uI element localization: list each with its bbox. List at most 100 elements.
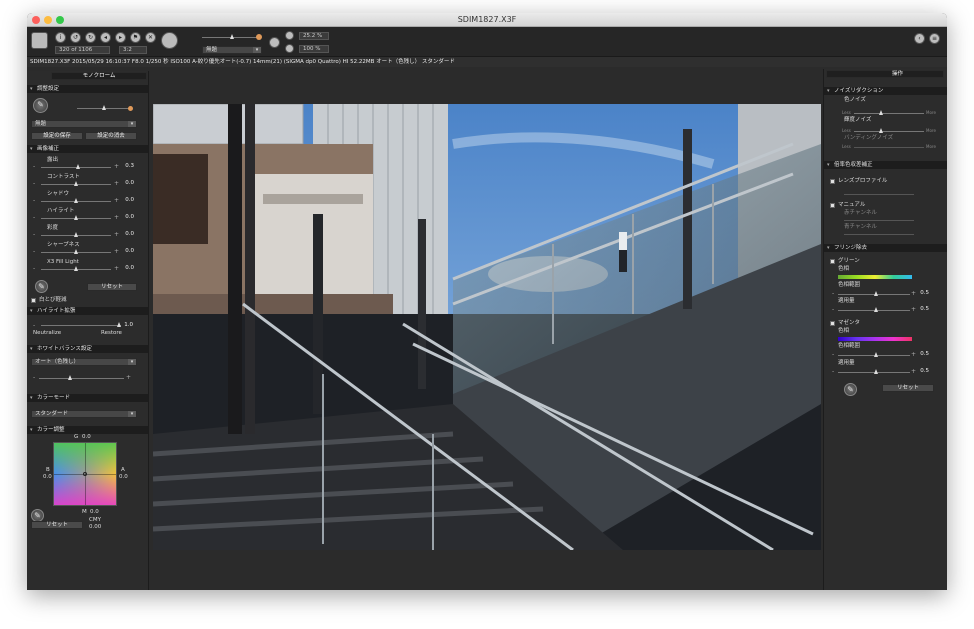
plus-icon[interactable]: + (114, 265, 119, 272)
green-hue-bar[interactable] (838, 275, 912, 279)
minus-icon[interactable]: - (33, 214, 35, 221)
minus-icon[interactable]: - (832, 351, 834, 358)
white-balance-header[interactable]: ホワイトバランス設定 (27, 345, 148, 353)
slider-knob[interactable] (75, 164, 80, 169)
adjust-header[interactable]: 調整設定 (27, 85, 148, 93)
image-correction-header[interactable]: 画像補正 (27, 145, 148, 153)
correction-slider[interactable] (41, 198, 111, 203)
correction-slider[interactable] (41, 181, 111, 186)
photo-preview[interactable] (153, 104, 821, 550)
lock-icon[interactable] (269, 37, 280, 48)
minus-icon[interactable]: - (33, 248, 35, 255)
zoom-window-button[interactable] (56, 16, 64, 24)
menu-icon[interactable]: ≡ (929, 33, 940, 44)
white-black-checkbox[interactable] (31, 298, 36, 303)
color-picker-cursor[interactable] (83, 472, 87, 476)
slider-knob[interactable] (73, 249, 78, 254)
close-window-button[interactable] (32, 16, 40, 24)
reset-color-button[interactable]: リセット (31, 521, 83, 529)
size-field[interactable]: 320 of 1106 (55, 46, 110, 54)
minus-icon[interactable]: - (33, 180, 35, 187)
plus-icon[interactable]: + (126, 374, 131, 381)
plus-icon[interactable]: + (911, 290, 916, 297)
highlight-header[interactable]: ハイライト拡張 (27, 307, 148, 315)
next-image-icon[interactable]: ▸ (115, 32, 126, 43)
adjust-preset-dropdown[interactable]: 無題 (31, 120, 137, 128)
prev-window-icon[interactable]: ‹ (914, 33, 925, 44)
toolbar-slider[interactable] (202, 34, 260, 39)
zoom-in-icon[interactable] (285, 31, 294, 40)
magenta-checkbox[interactable] (830, 321, 835, 326)
plus-icon[interactable]: + (911, 368, 916, 375)
eyedropper-icon[interactable] (161, 32, 178, 49)
banding-noise-slider[interactable] (854, 147, 924, 148)
color-picker-grid[interactable] (53, 442, 117, 506)
prev-image-icon[interactable]: ◂ (100, 32, 111, 43)
green-checkbox[interactable] (830, 259, 835, 264)
color-adjust-header[interactable]: カラー調整 (27, 426, 148, 434)
plus-icon[interactable]: + (911, 351, 916, 358)
zoom-out-icon[interactable] (285, 44, 294, 53)
blue-channel-slider[interactable] (844, 234, 914, 235)
magenta-amount-slider[interactable] (838, 369, 910, 374)
green-amount-slider[interactable] (838, 307, 910, 312)
minus-icon[interactable]: - (33, 163, 35, 170)
slider-knob[interactable] (73, 198, 78, 203)
minimize-window-button[interactable] (44, 16, 52, 24)
scale-percent-field[interactable]: 100 % (299, 45, 329, 53)
plus-icon[interactable]: + (114, 214, 119, 221)
color-noise-slider[interactable] (854, 110, 924, 115)
lens-profile-checkbox[interactable] (830, 179, 835, 184)
plus-icon[interactable]: + (114, 197, 119, 204)
minus-icon[interactable]: - (33, 265, 35, 272)
lens-correction-header[interactable]: 倍率色収差補正 (824, 161, 947, 169)
eyedropper-icon[interactable]: ✎ (35, 280, 48, 293)
plus-icon[interactable]: + (114, 180, 119, 187)
eyedropper-icon[interactable]: ✎ (33, 98, 48, 113)
plus-icon[interactable]: + (114, 248, 119, 255)
minus-icon[interactable]: - (33, 197, 35, 204)
red-channel-slider[interactable] (844, 220, 914, 221)
delete-settings-button[interactable]: 設定の消去 (85, 132, 137, 140)
browser-icon[interactable] (31, 32, 48, 49)
rotate-left-icon[interactable]: ↺ (70, 32, 81, 43)
white-balance-dropdown[interactable]: オート（色残し） (31, 358, 137, 366)
reset-correction-button[interactable]: リセット (87, 283, 137, 291)
noise-reduction-header[interactable]: ノイズリダクション (824, 87, 947, 95)
zoom-percent-field[interactable]: 25.2 % (299, 32, 329, 40)
color-mode-header[interactable]: カラーモード (27, 394, 148, 402)
save-settings-button[interactable]: 設定の保存 (31, 132, 83, 140)
plus-icon[interactable]: + (114, 231, 119, 238)
eyedropper-icon[interactable]: ✎ (844, 383, 857, 396)
minus-icon[interactable]: - (33, 231, 35, 238)
lens-profile-slider[interactable] (844, 194, 914, 195)
correction-slider[interactable] (41, 249, 111, 254)
fringe-header[interactable]: フリンジ除去 (824, 244, 947, 252)
plus-icon[interactable]: + (911, 306, 916, 313)
slider-knob[interactable] (73, 215, 78, 220)
minus-icon[interactable]: - (33, 374, 35, 381)
slider-knob[interactable] (73, 266, 78, 271)
tab-operation[interactable]: 操作 (826, 70, 944, 78)
adjust-slider[interactable] (77, 105, 132, 110)
correction-slider[interactable] (41, 232, 111, 237)
rotate-right-icon[interactable]: ↻ (85, 32, 96, 43)
minus-icon[interactable]: - (832, 306, 834, 313)
highlight-slider[interactable] (41, 322, 121, 327)
correction-slider[interactable] (41, 266, 111, 271)
tab-monochrome[interactable]: モノクローム (51, 72, 147, 80)
plus-icon[interactable]: + (114, 163, 119, 170)
delete-icon[interactable]: ✕ (145, 32, 156, 43)
slider-knob[interactable] (73, 181, 78, 186)
preset-dropdown[interactable]: 無題 (202, 46, 262, 54)
ratio-field[interactable]: 3:2 (119, 46, 147, 54)
manual-checkbox[interactable] (830, 203, 835, 208)
wb-slider[interactable] (39, 375, 124, 380)
magenta-hue-bar[interactable] (838, 337, 912, 341)
minus-icon[interactable]: - (33, 322, 35, 329)
flag-icon[interactable]: ⚑ (130, 32, 141, 43)
slider-knob[interactable] (73, 232, 78, 237)
correction-slider[interactable] (41, 215, 111, 220)
magenta-range-slider[interactable] (838, 352, 910, 357)
minus-icon[interactable]: - (832, 290, 834, 297)
